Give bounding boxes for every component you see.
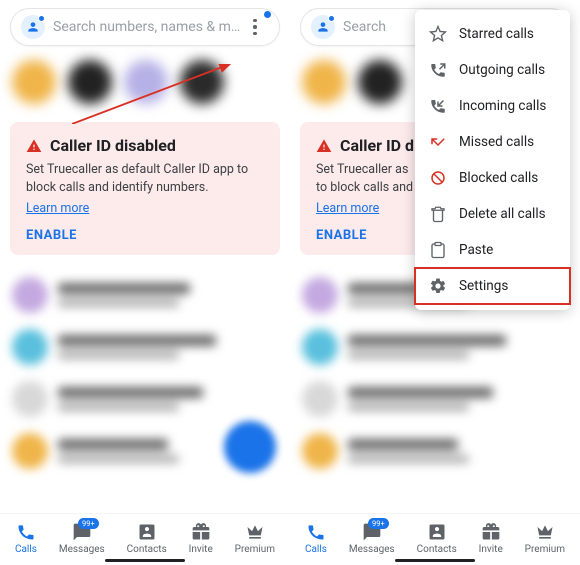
nav-premium[interactable]: Premium — [525, 522, 565, 555]
overflow-menu: Starred calls Outgoing calls Incoming ca… — [415, 10, 570, 310]
nav-contacts[interactable]: Contacts — [417, 522, 457, 555]
alert-body: Set Truecaller as default Caller ID app … — [26, 161, 264, 197]
menu-delete-all[interactable]: Delete all calls — [415, 196, 570, 232]
learn-more-link[interactable]: Learn more — [26, 201, 89, 216]
favorite-contact[interactable] — [124, 60, 168, 104]
nav-invite[interactable]: Invite — [189, 522, 213, 555]
menu-label: Delete all calls — [459, 206, 546, 222]
nav-label: Contacts — [417, 544, 457, 555]
nav-label: Messages — [349, 544, 395, 555]
call-item[interactable] — [10, 269, 280, 321]
nav-indicator-line — [395, 559, 475, 563]
trash-icon — [429, 205, 447, 223]
nav-calls[interactable]: Calls — [305, 522, 327, 555]
nav-indicator-line — [105, 559, 185, 563]
nav-premium[interactable]: Premium — [235, 522, 275, 555]
gift-icon — [191, 522, 211, 542]
caller-id-alert-card: Caller ID disabled Set Truecaller as def… — [10, 122, 280, 255]
phone-screen-left: Search numbers, names & m... Caller ID d… — [0, 0, 290, 565]
alert-title-text: Caller ID disabled — [50, 136, 176, 155]
blocked-icon — [429, 169, 447, 187]
call-item[interactable] — [300, 425, 570, 477]
messages-badge: 99+ — [78, 518, 99, 529]
more-menu-button[interactable] — [241, 13, 269, 41]
nav-label: Calls — [15, 544, 37, 555]
nav-label: Invite — [479, 544, 503, 555]
nav-label: Invite — [189, 544, 213, 555]
menu-label: Paste — [459, 242, 493, 258]
more-badge-dot — [264, 11, 271, 18]
alert-title: Caller ID disabled — [26, 136, 264, 155]
alert-title-text: Caller ID d — [340, 136, 414, 155]
nav-messages[interactable]: 99+ Messages — [349, 522, 395, 555]
search-placeholder: Search numbers, names & m... — [53, 19, 241, 35]
menu-label: Incoming calls — [459, 98, 546, 114]
phone-screen-right: Search Caller ID d Set Truecaller as to … — [290, 0, 580, 565]
profile-badge-dot — [38, 15, 45, 22]
gear-icon — [429, 277, 447, 295]
warning-icon — [26, 138, 42, 154]
menu-label: Outgoing calls — [459, 62, 545, 78]
favorite-contact[interactable] — [358, 60, 402, 104]
profile-icon[interactable] — [311, 15, 335, 39]
crown-icon — [535, 522, 555, 542]
clipboard-icon — [429, 241, 447, 259]
learn-more-link[interactable]: Learn more — [316, 201, 379, 216]
nav-label: Premium — [235, 544, 275, 555]
nav-invite[interactable]: Invite — [479, 522, 503, 555]
nav-label: Contacts — [127, 544, 167, 555]
menu-missed-calls[interactable]: Missed calls — [415, 124, 570, 160]
menu-label: Settings — [459, 278, 508, 294]
enable-button[interactable]: ENABLE — [26, 228, 77, 243]
nav-label: Calls — [305, 544, 327, 555]
menu-label: Starred calls — [459, 26, 534, 42]
phone-icon — [16, 522, 36, 542]
favorites-row — [10, 46, 280, 116]
menu-blocked-calls[interactable]: Blocked calls — [415, 160, 570, 196]
call-item[interactable] — [10, 373, 280, 425]
enable-button[interactable]: ENABLE — [316, 228, 367, 243]
nav-label: Premium — [525, 544, 565, 555]
star-icon — [429, 25, 447, 43]
bottom-navigation: Calls 99+ Messages Contacts Invite Premi… — [290, 513, 580, 565]
nav-messages[interactable]: 99+ Messages — [59, 522, 105, 555]
missed-call-icon — [429, 133, 447, 151]
nav-contacts[interactable]: Contacts — [127, 522, 167, 555]
search-bar[interactable]: Search numbers, names & m... — [10, 8, 280, 46]
menu-outgoing-calls[interactable]: Outgoing calls — [415, 52, 570, 88]
warning-icon — [316, 138, 332, 154]
call-item[interactable] — [300, 373, 570, 425]
incoming-call-icon — [429, 97, 447, 115]
nav-label: Messages — [59, 544, 105, 555]
favorite-contact[interactable] — [180, 60, 224, 104]
favorite-contact[interactable] — [302, 60, 346, 104]
contacts-icon — [137, 522, 157, 542]
profile-icon[interactable] — [21, 15, 45, 39]
nav-calls[interactable]: Calls — [15, 522, 37, 555]
call-item[interactable] — [10, 321, 280, 373]
outgoing-call-icon — [429, 61, 447, 79]
crown-icon — [245, 522, 265, 542]
menu-label: Missed calls — [459, 134, 534, 150]
contacts-icon — [427, 522, 447, 542]
messages-badge: 99+ — [368, 518, 389, 529]
menu-starred-calls[interactable]: Starred calls — [415, 16, 570, 52]
call-item[interactable] — [300, 321, 570, 373]
gift-icon — [481, 522, 501, 542]
menu-paste[interactable]: Paste — [415, 232, 570, 268]
dial-fab[interactable] — [224, 421, 276, 473]
bottom-navigation: Calls 99+ Messages Contacts Invite Premi… — [0, 513, 290, 565]
call-list — [10, 269, 280, 477]
favorite-contact[interactable] — [12, 60, 56, 104]
phone-icon — [306, 522, 326, 542]
menu-label: Blocked calls — [459, 170, 538, 186]
menu-incoming-calls[interactable]: Incoming calls — [415, 88, 570, 124]
favorite-contact[interactable] — [68, 60, 112, 104]
menu-settings[interactable]: Settings — [415, 268, 570, 304]
